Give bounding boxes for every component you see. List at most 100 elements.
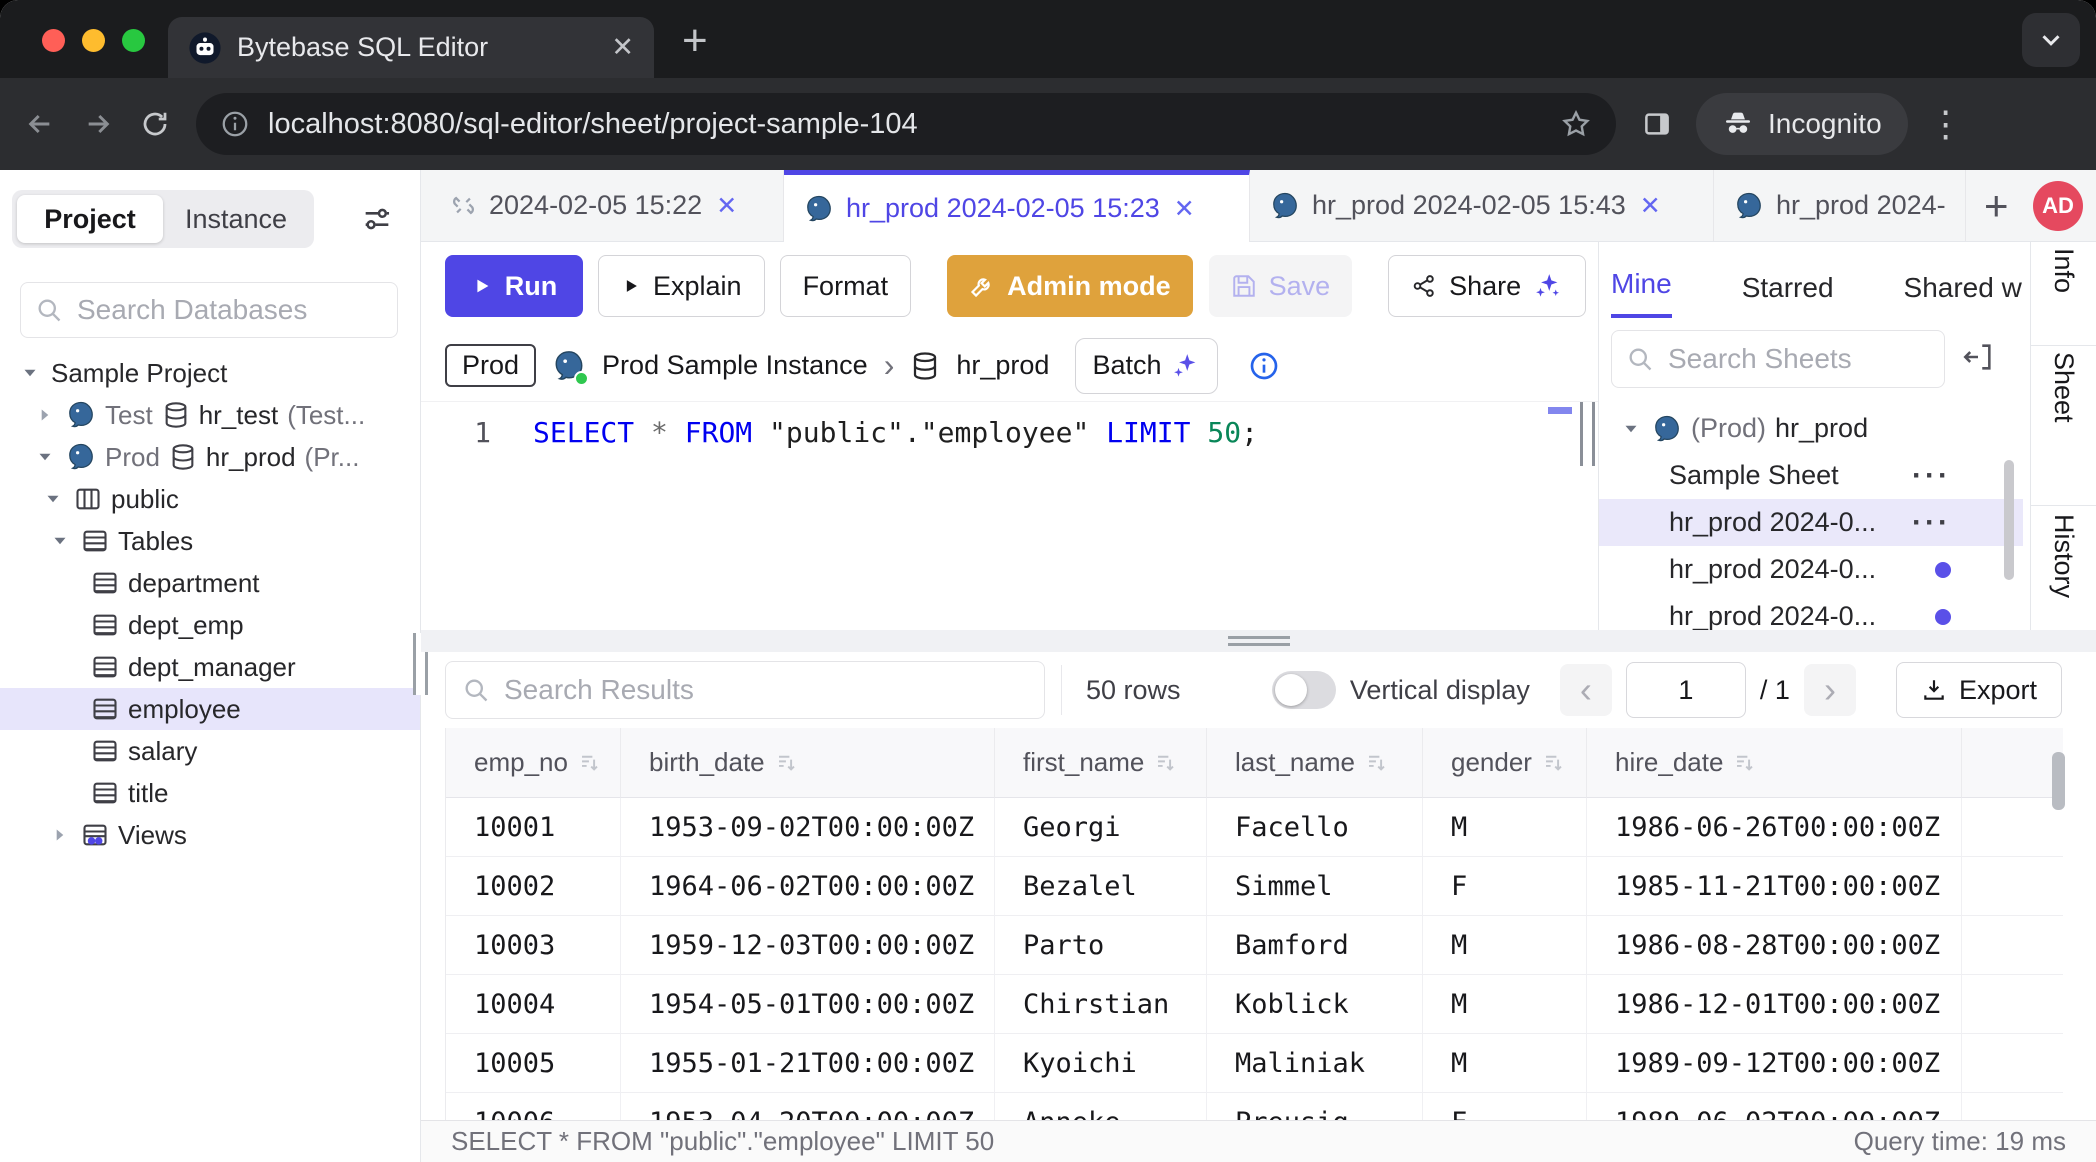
editor-tab-3[interactable]: hr_prod 2024-( — [1714, 170, 1966, 241]
caret-right-icon[interactable] — [48, 824, 72, 846]
next-page-button[interactable]: › — [1804, 664, 1856, 716]
close-tab-icon[interactable]: ✕ — [1640, 191, 1661, 221]
tab-info[interactable]: Info — [2031, 248, 2096, 344]
sort-icon[interactable] — [1542, 751, 1565, 774]
close-tab-icon[interactable]: ✕ — [1174, 194, 1195, 224]
admin-mode-button[interactable]: Admin mode — [947, 255, 1193, 317]
result-grid-scrollbar[interactable] — [2052, 752, 2065, 810]
column-header-gender[interactable]: gender — [1423, 728, 1587, 798]
tree-item-public[interactable]: public — [0, 478, 420, 520]
format-button[interactable]: Format — [780, 255, 912, 317]
browser-tab[interactable]: Bytebase SQL Editor ✕ — [168, 17, 654, 78]
avatar[interactable]: AD — [2033, 181, 2083, 231]
sheet-item-4[interactable]: hr_prod 2024-0... — [1599, 546, 2023, 593]
sql-editor[interactable]: 1 SELECT * FROM "public"."employee" LIMI… — [421, 402, 1598, 630]
tree-item-views[interactable]: Views — [0, 814, 420, 856]
sheet-search[interactable] — [1611, 330, 1945, 388]
reload-icon[interactable] — [140, 109, 170, 139]
database-name[interactable]: hr_prod — [956, 350, 1049, 381]
tab-search-chevron-button[interactable] — [2022, 13, 2080, 67]
caret-down-icon[interactable] — [48, 530, 72, 552]
tab-starred[interactable]: Starred — [1742, 272, 1834, 318]
batch-button[interactable]: Batch — [1075, 338, 1218, 394]
info-circle-icon[interactable] — [1248, 350, 1280, 382]
instance-name[interactable]: Prod Sample Instance — [602, 350, 868, 381]
zoom-window-button[interactable] — [122, 29, 145, 52]
tree-item-salary[interactable]: salary — [0, 730, 420, 772]
export-button[interactable]: Export — [1896, 662, 2062, 718]
tab-shared[interactable]: Shared w — [1904, 272, 2022, 318]
tab-project[interactable]: Project — [17, 195, 163, 243]
new-sheet-tab-button[interactable]: + — [1984, 182, 2009, 230]
bookmark-star-icon[interactable] — [1560, 108, 1592, 140]
sheet-item-2[interactable]: Sample Sheet··· — [1599, 452, 2023, 499]
sheet-item-5[interactable]: hr_prod 2024-0... — [1599, 593, 2023, 630]
tree-item-dept_emp[interactable]: dept_emp — [0, 604, 420, 646]
forward-icon[interactable] — [82, 108, 114, 140]
caret-down-icon[interactable] — [33, 446, 57, 468]
page-input[interactable] — [1626, 662, 1746, 718]
panel-resize-handle[interactable] — [1580, 402, 1595, 466]
side-panel-icon[interactable] — [1642, 109, 1672, 139]
sort-icon[interactable] — [1154, 751, 1177, 774]
share-button[interactable]: Share — [1388, 255, 1586, 317]
address-bar[interactable]: localhost:8080/sql-editor/sheet/project-… — [196, 93, 1616, 155]
tree-item-tables[interactable]: Tables — [0, 520, 420, 562]
tree-item-hr_test[interactable]: Testhr_test(Test... — [0, 394, 420, 436]
column-header-first_name[interactable]: first_name — [995, 728, 1207, 798]
back-icon[interactable] — [24, 108, 56, 140]
sheet-menu-icon[interactable]: ··· — [1912, 459, 1951, 493]
sort-icon[interactable] — [1365, 751, 1388, 774]
prev-page-button[interactable]: ‹ — [1560, 664, 1612, 716]
caret-right-icon[interactable] — [33, 404, 57, 426]
new-browser-tab-button[interactable]: + — [682, 16, 708, 66]
sort-icon[interactable] — [1733, 751, 1756, 774]
column-header-emp_no[interactable]: emp_no — [446, 728, 621, 798]
database-search[interactable] — [20, 282, 398, 338]
editor-tab-1[interactable]: hr_prod 2024-02-05 15:23✕ — [784, 170, 1250, 242]
tree-item-employee[interactable]: employee — [0, 688, 420, 730]
editor-minimap[interactable] — [1548, 404, 1576, 628]
caret-down-icon[interactable] — [41, 488, 65, 510]
sheet-group-0[interactable]: (Test)hr_test — [1599, 396, 2023, 405]
explain-button[interactable]: Explain — [598, 255, 765, 317]
results-splitter[interactable] — [421, 630, 2096, 652]
tab-instance[interactable]: Instance — [163, 195, 309, 243]
site-info-icon[interactable] — [220, 109, 250, 139]
tab-mine[interactable]: Mine — [1611, 268, 1672, 318]
column-header-hire_date[interactable]: hire_date — [1587, 728, 1962, 798]
tab-sheet[interactable]: Sheet — [2031, 352, 2096, 502]
tree-item-dept_manager[interactable]: dept_manager — [0, 646, 420, 688]
database-search-input[interactable] — [75, 293, 383, 327]
tree-item-hr_prod[interactable]: Prodhr_prod(Pr... — [0, 436, 420, 478]
editor-tab-0[interactable]: 2024-02-05 15:22✕ — [430, 170, 784, 241]
close-tab-icon[interactable]: ✕ — [611, 32, 634, 63]
sheet-list-scrollbar[interactable] — [2004, 460, 2014, 580]
tree-item-department[interactable]: department — [0, 562, 420, 604]
column-header-last_name[interactable]: last_name — [1207, 728, 1423, 798]
vertical-display-toggle[interactable] — [1272, 671, 1336, 709]
editor-tab-2[interactable]: hr_prod 2024-02-05 15:43✕ — [1250, 170, 1714, 241]
tree-item-title[interactable]: title — [0, 772, 420, 814]
results-search-input[interactable] — [502, 673, 1028, 707]
close-window-button[interactable] — [42, 29, 65, 52]
save-button[interactable]: Save — [1209, 255, 1353, 317]
sheet-menu-icon[interactable]: ··· — [1912, 506, 1951, 540]
collapse-panel-icon[interactable] — [1961, 340, 1995, 374]
sheet-group-1[interactable]: (Prod)hr_prod — [1599, 405, 2023, 452]
caret-down-icon[interactable] — [18, 362, 42, 384]
minimize-window-button[interactable] — [82, 29, 105, 52]
column-header-birth_date[interactable]: birth_date — [621, 728, 995, 798]
sheet-item-3[interactable]: hr_prod 2024-0...··· — [1599, 499, 2023, 546]
filter-settings-icon[interactable] — [360, 202, 394, 236]
close-tab-icon[interactable]: ✕ — [716, 191, 737, 221]
tab-history[interactable]: History — [2031, 514, 2096, 626]
results-search[interactable] — [445, 661, 1045, 719]
tree-item-sample-project[interactable]: Sample Project — [0, 352, 420, 394]
sheet-search-input[interactable] — [1666, 342, 1930, 376]
caret-down-icon[interactable] — [1619, 418, 1643, 440]
run-button[interactable]: Run — [445, 255, 583, 317]
browser-menu-icon[interactable]: ⋮ — [1928, 103, 1964, 145]
sort-icon[interactable] — [775, 751, 798, 774]
splitter-handle[interactable] — [1228, 636, 1290, 646]
